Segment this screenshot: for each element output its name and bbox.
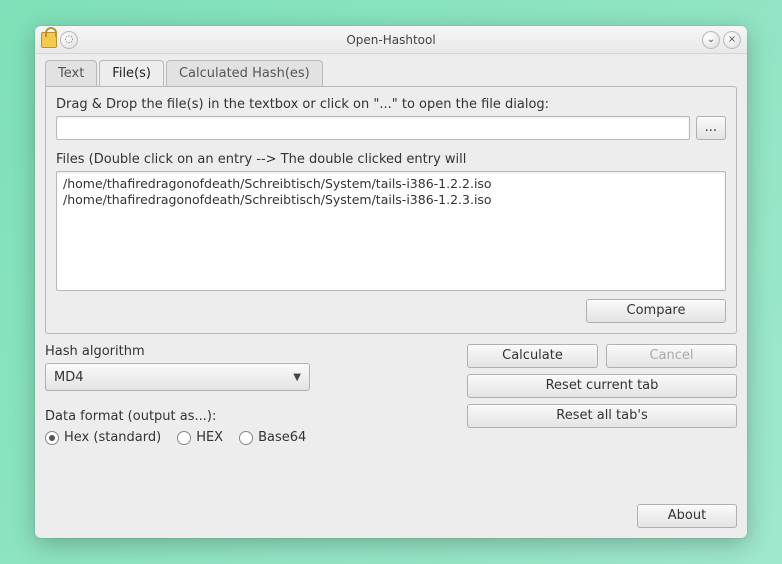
- file-list-label: Files (Double click on an entry --> The …: [56, 152, 726, 167]
- chevron-down-icon: ▼: [293, 372, 301, 383]
- file-listbox[interactable]: /home/thafiredragonofdeath/Schreibtisch/…: [56, 171, 726, 291]
- footer: About: [45, 494, 737, 528]
- radio-dot-icon: [45, 431, 59, 445]
- tab-calculated-hashes[interactable]: Calculated Hash(es): [166, 60, 323, 87]
- radio-dot-icon: [177, 431, 191, 445]
- radio-label: Hex (standard): [64, 430, 161, 445]
- cancel-button[interactable]: Cancel: [606, 344, 737, 368]
- drag-drop-label: Drag & Drop the file(s) in the textbox o…: [56, 97, 726, 112]
- radio-label: Base64: [258, 430, 306, 445]
- file-path-input[interactable]: [56, 116, 690, 140]
- tab-text[interactable]: Text: [45, 60, 97, 87]
- list-item[interactable]: /home/thafiredragonofdeath/Schreibtisch/…: [63, 176, 719, 192]
- hash-algo-label: Hash algorithm: [45, 344, 453, 359]
- radio-hex-upper[interactable]: HEX: [177, 430, 223, 445]
- radio-hex-standard[interactable]: Hex (standard): [45, 430, 161, 445]
- window-title: Open-Hashtool: [35, 33, 747, 47]
- data-format-radios: Hex (standard) HEX Base64: [45, 430, 453, 445]
- reset-all-tabs-button[interactable]: Reset all tab's: [467, 404, 737, 428]
- radio-label: HEX: [196, 430, 223, 445]
- browse-button[interactable]: ...: [696, 116, 726, 140]
- list-item[interactable]: /home/thafiredragonofdeath/Schreibtisch/…: [63, 192, 719, 208]
- files-panel: Drag & Drop the file(s) in the textbox o…: [45, 86, 737, 334]
- radio-base64[interactable]: Base64: [239, 430, 306, 445]
- lower-controls: Hash algorithm MD4 ▼ Data format (output…: [45, 344, 737, 445]
- reset-current-tab-button[interactable]: Reset current tab: [467, 374, 737, 398]
- content-area: Text File(s) Calculated Hash(es) Drag & …: [35, 54, 747, 538]
- calculate-button[interactable]: Calculate: [467, 344, 598, 368]
- titlebar: ◌ Open-Hashtool ⌄ ×: [35, 26, 747, 54]
- data-format-label: Data format (output as...):: [45, 409, 453, 424]
- tab-files[interactable]: File(s): [99, 60, 164, 87]
- compare-button[interactable]: Compare: [586, 299, 726, 323]
- tab-bar: Text File(s) Calculated Hash(es): [45, 60, 737, 87]
- window-menu-button[interactable]: ◌: [60, 31, 78, 49]
- hash-algo-value: MD4: [54, 370, 84, 385]
- radio-dot-icon: [239, 431, 253, 445]
- about-button[interactable]: About: [637, 504, 737, 528]
- main-window: ◌ Open-Hashtool ⌄ × Text File(s) Calcula…: [35, 26, 747, 538]
- lock-icon: [41, 32, 57, 48]
- minimize-button[interactable]: ⌄: [702, 31, 720, 49]
- hash-algo-select[interactable]: MD4 ▼: [45, 363, 310, 391]
- close-button[interactable]: ×: [723, 31, 741, 49]
